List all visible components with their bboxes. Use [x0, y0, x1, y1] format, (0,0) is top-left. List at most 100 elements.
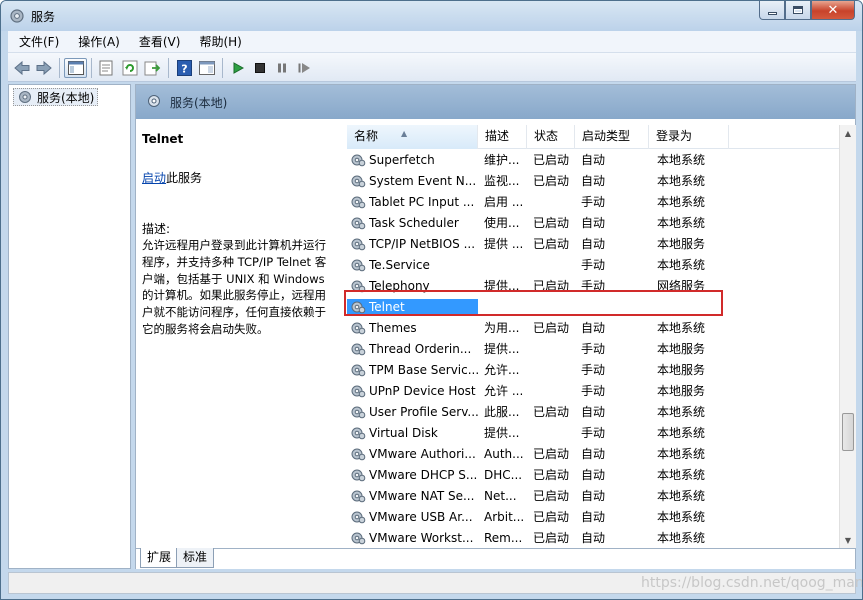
service-name: Te.Service: [369, 257, 430, 272]
service-gear-icon: [351, 385, 366, 397]
service-gear-icon: [351, 511, 366, 523]
export-list-button[interactable]: [143, 58, 163, 78]
table-row[interactable]: TPM Base Servic... 允许... 手动 本地服务: [347, 359, 841, 380]
service-name-cell: Thread Orderin...: [347, 341, 478, 357]
service-logon-cell: 本地系统: [657, 321, 706, 335]
table-row[interactable]: Themes 为用... 已启动 自动 本地系统: [347, 317, 841, 338]
maximize-button[interactable]: [785, 1, 811, 20]
start-service-icon: [233, 62, 244, 74]
table-row[interactable]: System Event N... 监视... 已启动 自动 本地系统: [347, 170, 841, 191]
title-bar[interactable]: 服务 ✕: [1, 1, 862, 31]
tree-item-label: 服务(本地): [37, 90, 95, 105]
watermark-text: https://blog.csdn.net/qoog_man: [641, 575, 863, 591]
pane-header: 服务(本地): [136, 85, 855, 119]
table-row[interactable]: VMware DHCP S... DHC... 已启动 自动 本地系统: [347, 464, 841, 485]
service-name: TCP/IP NetBIOS ...: [369, 236, 476, 251]
description-panel: Telnet 启动此服务 描述: 允许远程用户登录到此计算机并运行程序，并支持多…: [136, 119, 339, 549]
resume-service-button[interactable]: [294, 58, 314, 78]
tab-extended[interactable]: 扩展: [140, 548, 179, 568]
service-logon-cell: 本地系统: [657, 153, 706, 167]
menu-file[interactable]: 文件(F): [8, 31, 67, 53]
service-logon-cell: 本地系统: [657, 405, 706, 419]
table-row[interactable]: VMware Authori... Auth... 已启动 自动 本地系统: [347, 443, 841, 464]
scrollbar-thumb[interactable]: [842, 413, 854, 451]
selected-service-name: Telnet: [142, 132, 184, 146]
minimize-button[interactable]: [759, 1, 785, 20]
service-status-cell: 已启动: [533, 174, 570, 188]
tree-item-services-local[interactable]: 服务(本地): [13, 88, 99, 106]
forward-button[interactable]: [34, 58, 54, 78]
service-description-cell: 提供 ...: [484, 237, 524, 251]
service-name: Thread Orderin...: [369, 341, 472, 356]
properties-icon: [99, 60, 113, 76]
service-description-cell: 使用...: [484, 216, 520, 230]
minimize-icon: [767, 11, 777, 15]
service-description-cell: 允许 ...: [484, 384, 524, 398]
close-icon: ✕: [827, 2, 839, 18]
back-button[interactable]: [12, 58, 32, 78]
service-logon-cell: 本地系统: [657, 426, 706, 440]
column-header-log-on-as[interactable]: 登录为: [649, 125, 729, 149]
scroll-down-icon[interactable]: ▼: [840, 532, 856, 548]
menu-action[interactable]: 操作(A): [67, 31, 128, 53]
table-row[interactable]: VMware USB Ar... Arbit... 已启动 自动 本地系统: [347, 506, 841, 527]
service-name: Virtual Disk: [369, 425, 438, 440]
service-logon-cell: 本地服务: [657, 384, 706, 398]
vertical-scrollbar[interactable]: ▲ ▼: [839, 125, 856, 548]
column-header-name[interactable]: ▲ 名称: [347, 125, 478, 149]
close-button[interactable]: ✕: [811, 1, 855, 20]
service-startup-cell: 自动: [581, 447, 606, 461]
start-service-link[interactable]: 启动: [142, 171, 166, 185]
table-row[interactable]: TCP/IP NetBIOS ... 提供 ... 已启动 自动 本地服务: [347, 233, 841, 254]
table-row[interactable]: Telnet: [347, 296, 841, 317]
service-logon-cell: 本地系统: [657, 510, 706, 524]
table-row[interactable]: UPnP Device Host 允许 ... 手动 本地服务: [347, 380, 841, 401]
service-startup-cell: 自动: [581, 405, 606, 419]
table-row[interactable]: Telephony 提供... 已启动 手动 网络服务: [347, 275, 841, 296]
console-tree-button[interactable]: [64, 58, 87, 78]
table-row[interactable]: Thread Orderin... 提供... 手动 本地服务: [347, 338, 841, 359]
menu-view[interactable]: 查看(V): [128, 31, 189, 53]
service-gear-icon: [351, 406, 366, 418]
description-label: 描述:: [142, 222, 171, 236]
table-row[interactable]: Task Scheduler 使用... 已启动 自动 本地系统: [347, 212, 841, 233]
service-startup-cell: 手动: [581, 279, 606, 293]
help-button[interactable]: ?: [174, 58, 194, 78]
table-row[interactable]: VMware Workst... Rem... 已启动 自动 本地系统: [347, 527, 841, 548]
tab-standard[interactable]: 标准: [176, 548, 215, 568]
service-status-cell: 已启动: [533, 279, 570, 293]
service-description-cell: Arbit...: [484, 509, 525, 524]
sort-ascending-icon: ▲: [401, 129, 408, 138]
menu-help[interactable]: 帮助(H): [188, 31, 249, 53]
services-gear-icon: [148, 95, 160, 107]
properties-button[interactable]: [96, 58, 116, 78]
service-name-cell: Tablet PC Input ...: [347, 194, 478, 210]
service-name: Telephony: [369, 278, 430, 293]
scroll-up-icon[interactable]: ▲: [840, 125, 856, 141]
refresh-button[interactable]: [120, 58, 140, 78]
column-header-description[interactable]: 描述: [478, 125, 527, 149]
service-startup-cell: 手动: [581, 195, 606, 209]
service-description-cell: 监视...: [484, 174, 520, 188]
service-logon-cell: 本地系统: [657, 531, 706, 545]
table-row[interactable]: Tablet PC Input ... 启用 ... 手动 本地系统: [347, 191, 841, 212]
table-row[interactable]: Superfetch 维护... 已启动 自动 本地系统: [347, 149, 841, 170]
column-header-startup-type[interactable]: 启动类型: [575, 125, 649, 149]
service-gear-icon: [351, 217, 366, 229]
export-list-icon: [144, 61, 161, 76]
show-hide-button[interactable]: [197, 58, 217, 78]
stop-service-button[interactable]: [250, 58, 270, 78]
service-startup-cell: 自动: [581, 531, 606, 545]
service-name: VMware Authori...: [369, 446, 476, 461]
start-service-button[interactable]: [228, 58, 248, 78]
pause-service-button[interactable]: [272, 58, 292, 78]
table-row[interactable]: VMware NAT Se... Net... 已启动 自动 本地系统: [347, 485, 841, 506]
table-row[interactable]: User Profile Serv... 此服... 已启动 自动 本地系统: [347, 401, 841, 422]
table-row[interactable]: Virtual Disk 提供... 手动 本地系统: [347, 422, 841, 443]
service-gear-icon: [351, 469, 366, 481]
column-header-status[interactable]: 状态: [527, 125, 575, 149]
service-startup-cell: 手动: [581, 426, 606, 440]
service-status-cell: 已启动: [533, 468, 570, 482]
table-row[interactable]: Te.Service 手动 本地系统: [347, 254, 841, 275]
caption-buttons: ✕: [759, 1, 855, 21]
